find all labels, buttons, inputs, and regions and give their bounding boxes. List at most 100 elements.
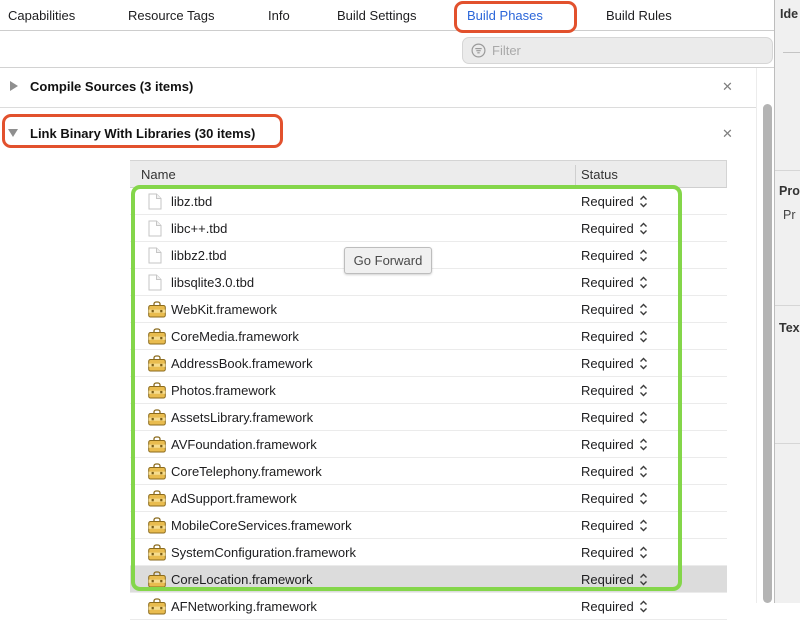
status-label: Required: [581, 518, 634, 533]
library-name: Photos.framework: [171, 383, 276, 398]
status-popup-button[interactable]: Required: [581, 545, 648, 560]
library-name: libbz2.tbd: [171, 248, 227, 263]
library-row[interactable]: CoreTelephony.framework Required: [130, 458, 727, 485]
status-label: Required: [581, 383, 634, 398]
document-icon: [148, 274, 166, 291]
status-label: Required: [581, 194, 634, 209]
divider: [775, 170, 800, 171]
vertical-scrollbar[interactable]: [763, 104, 772, 603]
up-down-chevrons-icon: [639, 384, 648, 397]
framework-icon: [148, 571, 166, 588]
tab-capabilities[interactable]: Capabilities: [8, 8, 75, 23]
library-name: AdSupport.framework: [171, 491, 297, 506]
status-label: Required: [581, 221, 634, 236]
framework-icon: [148, 382, 166, 399]
status-label: Required: [581, 437, 634, 452]
status-popup-button[interactable]: Required: [581, 437, 648, 452]
divider: [0, 67, 774, 68]
disclosure-triangle-right-icon[interactable]: [10, 81, 18, 91]
status-popup-button[interactable]: Required: [581, 572, 648, 587]
close-icon[interactable]: ✕: [722, 126, 733, 142]
status-popup-button[interactable]: Required: [581, 194, 648, 209]
status-label: Required: [581, 545, 634, 560]
status-popup-button[interactable]: Required: [581, 383, 648, 398]
column-separator: [575, 165, 576, 185]
library-name: CoreTelephony.framework: [171, 464, 322, 479]
framework-icon: [148, 544, 166, 561]
library-row[interactable]: AssetsLibrary.framework Required: [130, 404, 727, 431]
library-name: libc++.tbd: [171, 221, 227, 236]
library-row[interactable]: AFNetworking.frameworkRequired: [130, 593, 727, 620]
status-popup-button[interactable]: Required: [581, 275, 648, 290]
up-down-chevrons-icon: [639, 249, 648, 262]
filter-input[interactable]: [492, 43, 752, 58]
column-header-status[interactable]: Status: [581, 167, 618, 182]
document-icon: [148, 193, 166, 210]
status-label: Required: [581, 599, 634, 614]
status-popup-button[interactable]: Required: [581, 464, 648, 479]
tab-build-rules[interactable]: Build Rules: [606, 8, 672, 23]
table-header: Name Status: [130, 160, 727, 188]
status-popup-button[interactable]: Required: [581, 248, 648, 263]
tab-info[interactable]: Info: [268, 8, 290, 23]
inspector-project-label: Pro: [779, 184, 800, 198]
library-row[interactable]: WebKit.frameworkRequired: [130, 296, 727, 323]
library-name: CoreLocation.framework: [171, 572, 313, 587]
framework-icon: [148, 598, 166, 615]
status-label: Required: [581, 275, 634, 290]
status-label: Required: [581, 248, 634, 263]
framework-icon: [148, 301, 166, 318]
up-down-chevrons-icon: [639, 330, 648, 343]
library-row[interactable]: libc++.tbd Required: [130, 215, 727, 242]
framework-icon: [148, 463, 166, 480]
tab-resource-tags[interactable]: Resource Tags: [128, 8, 214, 23]
library-row[interactable]: libz.tbdRequired: [130, 188, 727, 215]
library-row[interactable]: MobileCoreServices.framework Required: [130, 512, 727, 539]
library-name: AssetsLibrary.framework: [171, 410, 313, 425]
tab-bar: Capabilities Resource Tags Info Build Se…: [0, 0, 774, 31]
library-name: MobileCoreServices.framework: [171, 518, 352, 533]
status-popup-button[interactable]: Required: [581, 302, 648, 317]
divider: [783, 52, 800, 53]
up-down-chevrons-icon: [639, 573, 648, 586]
status-label: Required: [581, 329, 634, 344]
library-row[interactable]: CoreMedia.frameworkRequired: [130, 323, 727, 350]
up-down-chevrons-icon: [639, 222, 648, 235]
library-row[interactable]: AVFoundation.frameworkRequired: [130, 431, 727, 458]
status-label: Required: [581, 302, 634, 317]
library-row[interactable]: Photos.framework Required: [130, 377, 727, 404]
document-icon: [148, 220, 166, 237]
up-down-chevrons-icon: [639, 195, 648, 208]
inspector-project-sub-label: Pr: [783, 208, 796, 222]
status-popup-button[interactable]: Required: [581, 518, 648, 533]
status-popup-button[interactable]: Required: [581, 599, 648, 614]
filter-field[interactable]: [462, 37, 773, 64]
library-row[interactable]: CoreLocation.framework Required: [130, 566, 727, 593]
library-row[interactable]: AdSupport.framework Required: [130, 485, 727, 512]
tab-build-phases[interactable]: Build Phases: [467, 8, 543, 23]
status-popup-button[interactable]: Required: [581, 491, 648, 506]
library-row[interactable]: SystemConfiguration.frameworkRequired: [130, 539, 727, 566]
up-down-chevrons-icon: [639, 600, 648, 613]
library-name: AddressBook.framework: [171, 356, 313, 371]
link-binary-section-title: Link Binary With Libraries (30 items): [30, 126, 255, 141]
library-row[interactable]: AddressBook.framework Required: [130, 350, 727, 377]
up-down-chevrons-icon: [639, 438, 648, 451]
tooltip-text: Go Forward: [354, 253, 423, 268]
status-label: Required: [581, 491, 634, 506]
up-down-chevrons-icon: [639, 519, 648, 532]
inspector-identity-label: Ide: [780, 7, 798, 21]
status-popup-button[interactable]: Required: [581, 329, 648, 344]
framework-icon: [148, 517, 166, 534]
status-popup-button[interactable]: Required: [581, 410, 648, 425]
framework-icon: [148, 436, 166, 453]
column-header-name[interactable]: Name: [141, 167, 176, 182]
status-popup-button[interactable]: Required: [581, 221, 648, 236]
close-icon[interactable]: ✕: [722, 79, 733, 95]
disclosure-triangle-down-icon[interactable]: [8, 129, 18, 137]
tab-build-settings[interactable]: Build Settings: [337, 8, 417, 23]
status-label: Required: [581, 572, 634, 587]
divider: [775, 443, 800, 444]
up-down-chevrons-icon: [639, 303, 648, 316]
status-popup-button[interactable]: Required: [581, 356, 648, 371]
